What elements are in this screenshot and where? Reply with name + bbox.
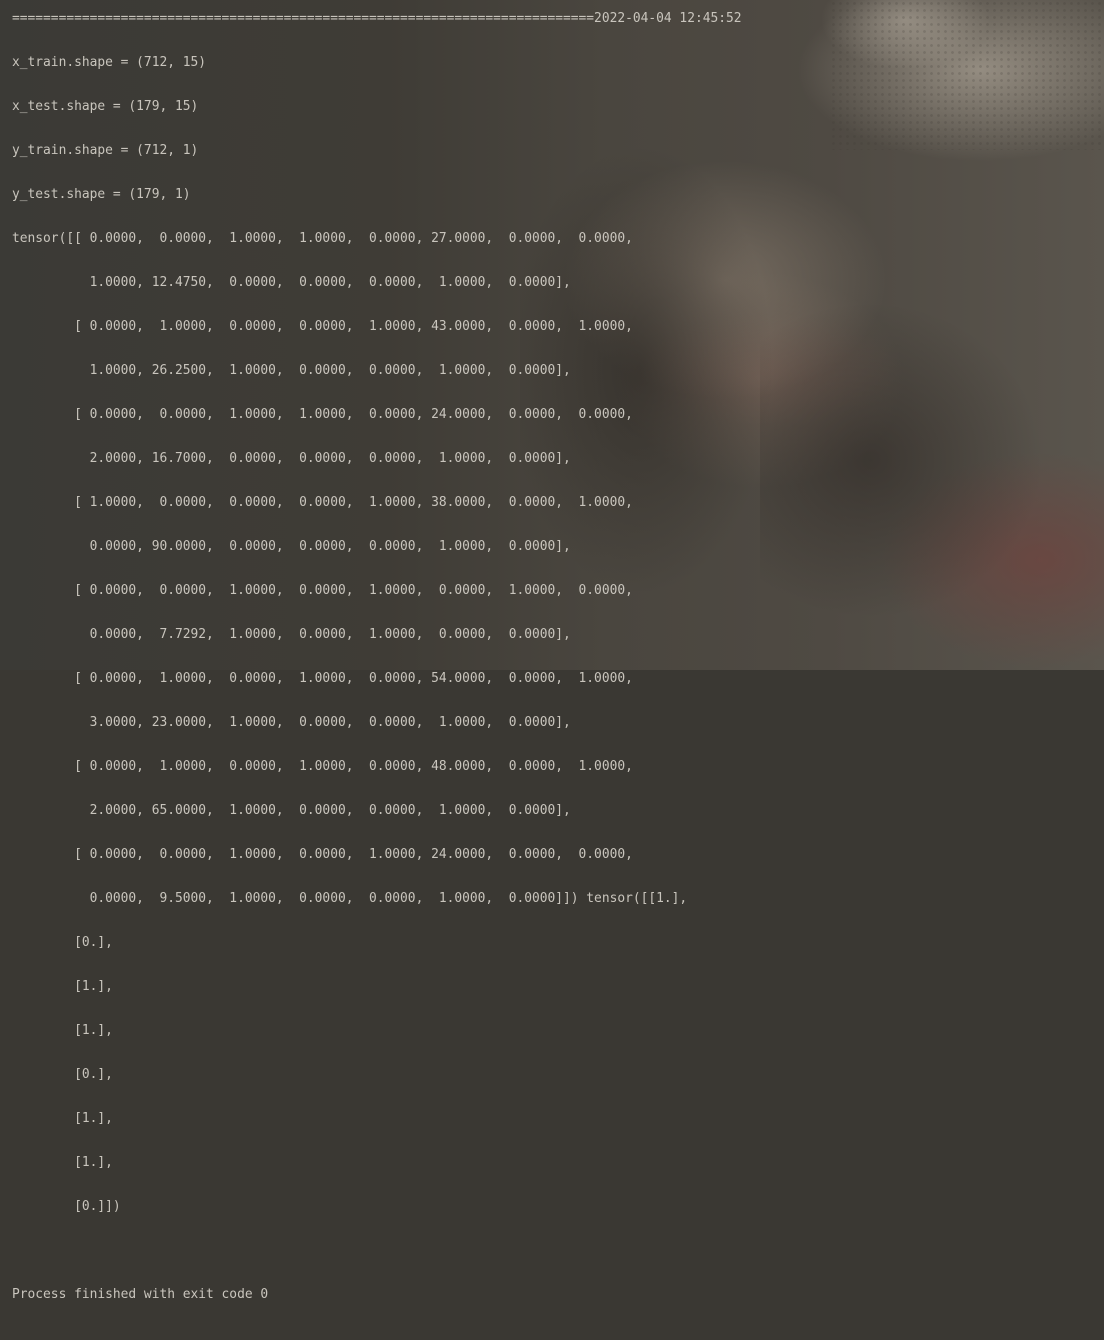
console-line: [ 0.0000, 0.0000, 1.0000, 0.0000, 1.0000… [12,847,633,862]
console-line: tensor([[ 0.0000, 0.0000, 1.0000, 1.0000… [12,231,633,246]
console-line: [0.], [12,1067,113,1082]
console-line: [0.], [12,935,113,950]
console-line: 2.0000, 65.0000, 1.0000, 0.0000, 0.0000,… [12,803,571,818]
console-line: 1.0000, 12.4750, 0.0000, 0.0000, 0.0000,… [12,275,571,290]
console-line: [ 0.0000, 0.0000, 1.0000, 1.0000, 0.0000… [12,407,633,422]
console-line: 0.0000, 7.7292, 1.0000, 0.0000, 1.0000, … [12,627,571,642]
console-line: [1.], [12,1023,113,1038]
console-line: 3.0000, 23.0000, 1.0000, 0.0000, 0.0000,… [12,715,571,730]
console-line: [1.], [12,1111,113,1126]
console-line: [ 1.0000, 0.0000, 0.0000, 0.0000, 1.0000… [12,495,633,510]
console-line: x_train.shape = (712, 15) [12,55,207,70]
console-output: ========================================… [12,8,742,1340]
console-line: [ 0.0000, 1.0000, 0.0000, 1.0000, 0.0000… [12,759,633,774]
console-line: [0.]]) [12,1199,121,1214]
console-line: y_train.shape = (712, 1) [12,143,199,158]
console-line: 0.0000, 9.5000, 1.0000, 0.0000, 0.0000, … [12,891,688,906]
console-line: 1.0000, 26.2500, 1.0000, 0.0000, 0.0000,… [12,363,571,378]
console-blank-line: Process finished with exit code 0 [12,1287,269,1302]
console-line: [1.], [12,979,113,994]
console-separator-line: ========================================… [12,11,742,26]
console-line: [ 0.0000, 0.0000, 1.0000, 0.0000, 1.0000… [12,583,633,598]
console-line: 0.0000, 90.0000, 0.0000, 0.0000, 0.0000,… [12,539,571,554]
console-line: [ 0.0000, 1.0000, 0.0000, 0.0000, 1.0000… [12,319,633,334]
process-exit-message [12,1328,742,1340]
console-line: [ 0.0000, 1.0000, 0.0000, 1.0000, 0.0000… [12,671,633,686]
console-line: x_test.shape = (179, 15) [12,99,199,114]
console-line: y_test.shape = (179, 1) [12,187,191,202]
console-line: [1.], [12,1155,113,1170]
console-line: 2.0000, 16.7000, 0.0000, 0.0000, 0.0000,… [12,451,571,466]
